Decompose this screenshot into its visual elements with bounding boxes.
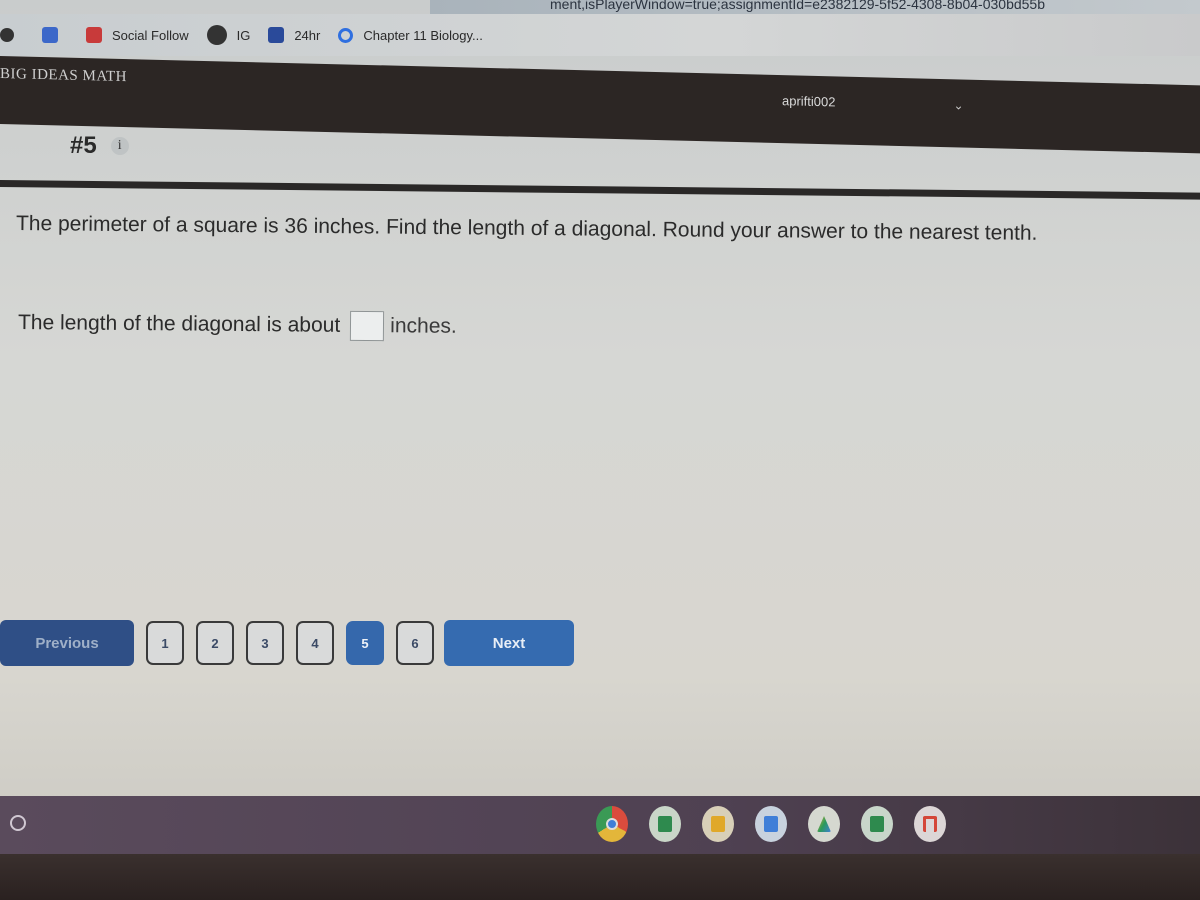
bookmark-label: 24hr: [294, 27, 321, 43]
address-bar[interactable]: ment,isPlayerWindow=true;assignmentId=e2…: [430, 0, 1200, 14]
next-button[interactable]: Next: [444, 620, 574, 666]
question-navigation: Previous 1 2 3 4 5 6 Next: [0, 620, 574, 666]
os-shelf: [0, 796, 1200, 854]
bookmark-docs[interactable]: [42, 27, 68, 43]
bookmark-24hr-icon: [268, 27, 285, 43]
docs-icon[interactable]: [755, 806, 787, 842]
username: aprifti002: [782, 93, 836, 110]
page-button-1[interactable]: 1: [146, 621, 184, 665]
social-icon: [86, 27, 102, 43]
ig-icon: [206, 25, 227, 45]
slides-icon[interactable]: [702, 806, 734, 842]
launcher-icon[interactable]: [10, 815, 26, 831]
bookmark-globe[interactable]: [0, 28, 24, 42]
shelf-apps: [596, 806, 967, 842]
brand-logo[interactable]: BIG IDEAS MATH: [0, 66, 127, 86]
page-button-4[interactable]: 4: [296, 621, 334, 665]
page-button-2[interactable]: 2: [196, 621, 234, 665]
previous-button[interactable]: Previous: [0, 620, 134, 666]
drive-icon[interactable]: [808, 806, 840, 842]
bookmark-ig[interactable]: IG: [206, 25, 251, 45]
page-button-3[interactable]: 3: [246, 621, 284, 665]
bookmarks-bar: Social Follow IG 24hr Chapter 11 Biology…: [0, 14, 1200, 56]
question-number: #5 i: [70, 132, 129, 160]
chrome-icon[interactable]: [596, 806, 628, 842]
question-prompt: The perimeter of a square is 36 inches. …: [15, 212, 1038, 245]
classroom-icon[interactable]: [649, 806, 681, 842]
page-button-6[interactable]: 6: [396, 621, 434, 665]
page-button-5-current[interactable]: 5: [346, 621, 384, 665]
answer-line: The length of the diagonal is about inch…: [18, 308, 457, 342]
user-menu[interactable]: aprifti002 ⌄: [782, 93, 964, 112]
url-text: ment,isPlayerWindow=true;assignmentId=e2…: [550, 0, 1045, 12]
globe-icon: [0, 28, 14, 42]
sheets-icon[interactable]: [861, 806, 893, 842]
bookmark-label: IG: [236, 27, 251, 43]
question-number-label: #5: [70, 132, 97, 159]
bookmark-label: Social Follow: [112, 27, 189, 43]
bookmark-label: Chapter 11 Biology...: [363, 27, 483, 43]
bookmark-chapter-11-biology[interactable]: Chapter 11 Biology...: [338, 27, 483, 43]
answer-suffix: inches.: [390, 314, 457, 338]
bookmark-social-follow[interactable]: Social Follow: [86, 27, 189, 43]
divider: [0, 180, 1200, 200]
diagonal-answer-input[interactable]: [350, 310, 385, 342]
gmail-icon[interactable]: [914, 806, 946, 842]
bookmark-24hr[interactable]: 24hr: [268, 27, 320, 43]
quizlet-icon: [338, 27, 354, 43]
docs-icon: [42, 27, 58, 43]
answer-prefix: The length of the diagonal is about: [17, 311, 341, 337]
info-icon[interactable]: i: [110, 137, 129, 155]
app-header: BIG IDEAS MATH aprifti002 ⌄: [0, 56, 1200, 154]
chevron-down-icon[interactable]: ⌄: [953, 98, 963, 112]
screen-bezel: [0, 854, 1200, 900]
